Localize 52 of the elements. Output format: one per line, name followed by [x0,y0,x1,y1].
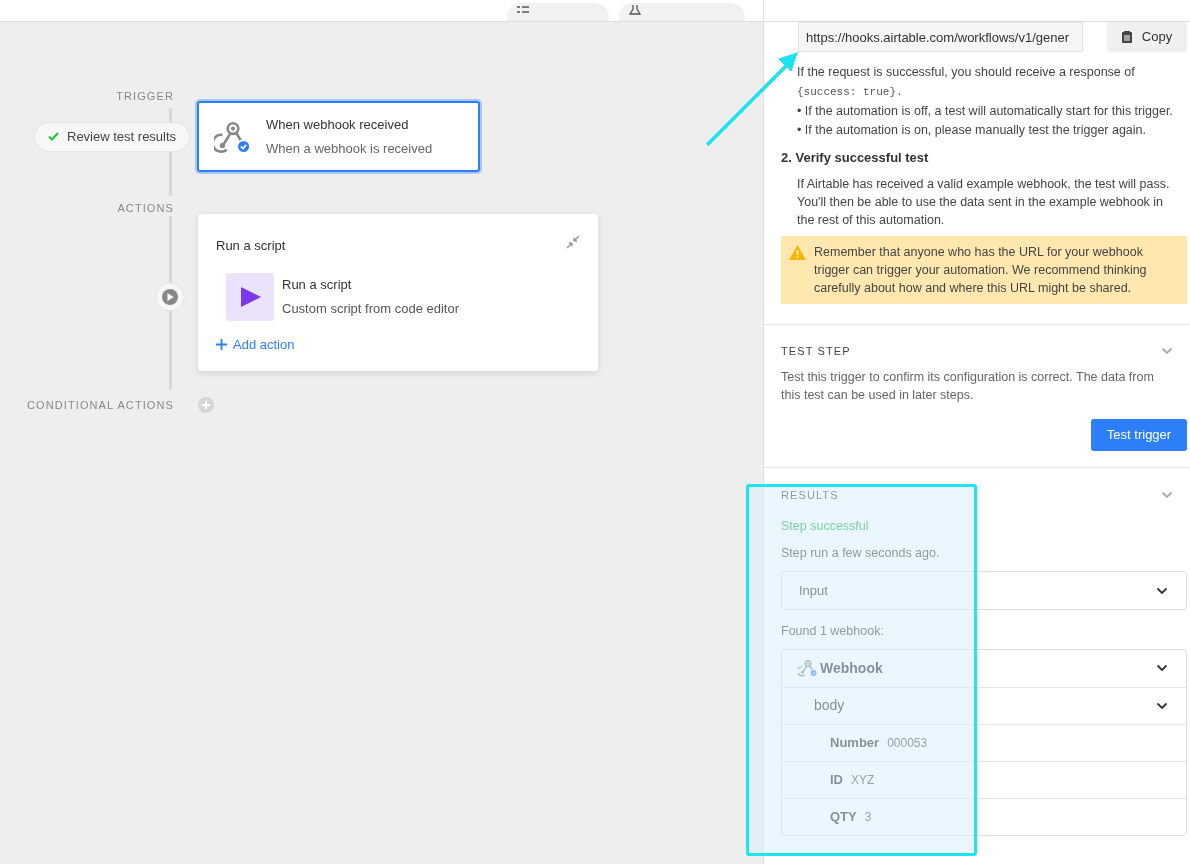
tree-value: 000053 [887,734,928,752]
copy-button[interactable]: Copy [1107,22,1187,52]
tree-row[interactable]: ID XYZ [782,760,1186,798]
clipboard-icon [1121,31,1132,43]
tree-label: body [814,696,845,716]
status-text: Step successful [781,517,870,535]
step-text: If Airtable has received a valid example webhook, the test will pass. You'll then be able to use the data sent in the example webhook in the rest of this automation. [797,175,1171,229]
bullet-text: • If the automation is off, a test will automatically start for this trigger. [797,103,1173,120]
warning-icon [789,244,806,260]
tree-label: ID [830,771,843,789]
tree-value: XYZ [851,771,875,789]
run-time-text: Step run a few seconds ago. [781,545,941,563]
card-title: Run a script [216,237,286,255]
tree-row[interactable]: Number 000053 [782,723,1186,761]
section-heading: RESULTS [781,488,839,503]
script-icon [226,272,274,321]
url-field[interactable]: https://hooks.airtable.com/workflows/v1/gener [798,22,1083,52]
status-pill[interactable]: Review test results [34,121,191,152]
section-label: TRIGGER [115,88,174,104]
play-icon[interactable] [155,281,185,312]
action-card[interactable]: Run a script Run a script Custom script from code editor Add action [198,214,598,371]
found-text: Found 1 webhook: [781,623,885,640]
trigger-card[interactable]: When webhook received When a webhook is received [197,101,480,172]
response-code: {success: true}. [797,86,903,98]
tree-label: Webhook [820,658,883,678]
step-subtitle: Custom script from code editor [282,299,459,318]
input-select[interactable]: Input [781,571,1187,610]
step-title: Run a script [282,276,353,294]
response-text: If the request is successful, you should receive a response of [797,64,1136,81]
section-description: Test this trigger to confirm its configuration is correct. The data from this test can be used in later steps. [781,369,1155,404]
section-heading: TEST STEP [781,343,851,359]
tree-value: 3 [864,808,872,826]
add-action-link[interactable]: Add action [216,334,295,354]
tree-row[interactable]: body [782,686,1186,724]
tree-row[interactable]: Webhook [782,649,1186,687]
list-icon [517,5,529,15]
plus-icon [216,338,227,350]
tree-row[interactable]: QTY 3 [782,797,1186,835]
tree-label: Number [830,734,880,752]
step-heading: 2. Verify successful test [781,149,930,167]
bullet-text: • If the automation is on, please manually test the trigger again. [797,122,1148,139]
section-label: CONDITIONAL ACTIONS [26,398,174,413]
collapse-icon[interactable] [566,234,580,249]
section-label: ACTIONS [116,200,174,216]
tree-label: QTY [830,808,857,826]
card-title: When webhook received [266,116,410,134]
card-subtitle: When a webhook is received [266,139,433,158]
flask-icon [629,5,641,15]
warning-text: Remember that anyone who has the URL for your webhook trigger can trigger your automation. We recommend thinking carefully about how and where this URL might be shared. [814,243,1148,297]
check-icon [48,132,59,141]
test-trigger-button[interactable]: Test trigger [1091,419,1187,451]
webhook-icon [798,658,818,679]
